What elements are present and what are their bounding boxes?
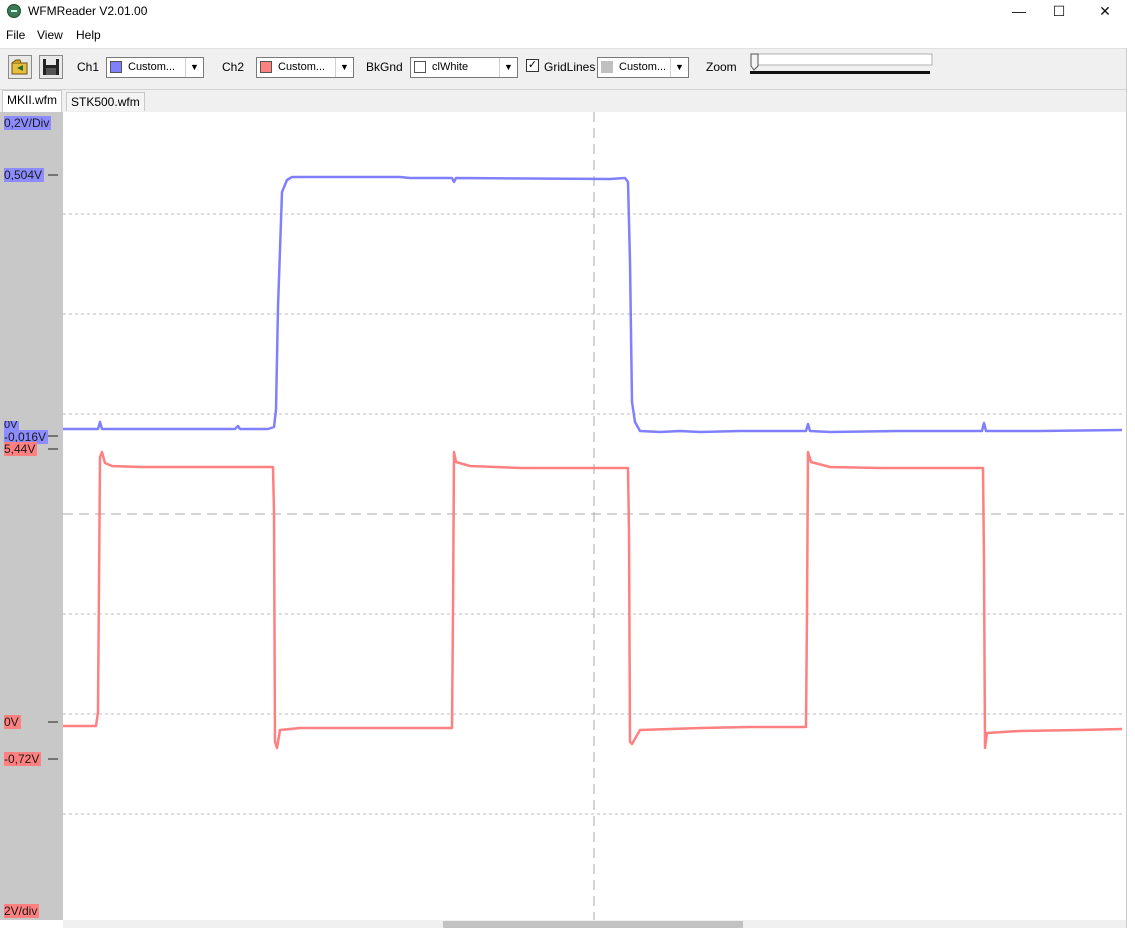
ch2-color-select[interactable]: Custom... ▼ — [256, 57, 354, 78]
file-tabs: MKII.wfm STK500.wfm — [0, 90, 1135, 113]
zoom-label: Zoom — [706, 60, 737, 74]
grid-color-value: Custom... — [619, 61, 667, 73]
ch1-trace — [63, 175, 1123, 434]
scrollbar-thumb[interactable] — [443, 921, 743, 928]
maximize-button[interactable]: ☐ — [1037, 0, 1081, 22]
grid-color-swatch — [601, 61, 613, 73]
chevron-down-icon: ▼ — [499, 58, 517, 77]
title-bar: WFMReader V2.01.00 — ☐ ✕ — [0, 0, 1135, 22]
ch1-label: Ch1 — [77, 60, 100, 74]
save-button[interactable] — [39, 55, 63, 79]
chevron-down-icon: ▼ — [185, 58, 203, 77]
app-icon — [7, 4, 21, 18]
grid-color-select[interactable]: Custom... ▼ — [597, 57, 689, 78]
right-edge-panel — [1126, 48, 1135, 928]
ch1-color-select[interactable]: Custom... ▼ — [106, 57, 204, 78]
menu-help[interactable]: Help — [76, 28, 101, 42]
zoom-slider[interactable] — [750, 53, 934, 75]
close-button[interactable]: ✕ — [1083, 0, 1127, 22]
axis-ticks — [48, 174, 58, 760]
tab-stk500[interactable]: STK500.wfm — [66, 92, 145, 111]
toolbar: Ch1 Custom... ▼ Ch2 Custom... ▼ BkGnd cl… — [0, 48, 1135, 90]
tab-mkii[interactable]: MKII.wfm — [2, 90, 62, 112]
gridlines-label: GridLines — [544, 60, 596, 74]
floppy-disk-icon — [43, 59, 59, 75]
waveform-canvas — [48, 112, 1124, 920]
window-title: WFMReader V2.01.00 — [28, 4, 148, 18]
ch1-color-value: Custom... — [128, 61, 176, 73]
waveform-view[interactable]: 0,2V/Div 0,504V 0V -0,016V 5,44V 0V -0,7… — [0, 112, 1126, 920]
gridlines-checkbox[interactable]: ✓ — [526, 59, 539, 72]
ch2-trace — [63, 450, 1123, 750]
chevron-down-icon: ▼ — [335, 58, 353, 77]
ch1-color-swatch — [110, 61, 122, 73]
ch2-color-swatch — [260, 61, 272, 73]
open-button[interactable] — [8, 55, 32, 79]
menu-file[interactable]: File — [6, 28, 25, 42]
bkgnd-color-value: clWhite — [432, 61, 469, 73]
horizontal-scrollbar[interactable] — [63, 920, 1126, 928]
bkgnd-color-select[interactable]: clWhite ▼ — [410, 57, 518, 78]
bkgnd-label: BkGnd — [366, 60, 403, 74]
center-lines — [63, 112, 1124, 920]
chevron-down-icon: ▼ — [670, 58, 688, 77]
open-folder-icon — [11, 59, 28, 75]
minimize-button[interactable]: — — [997, 0, 1041, 22]
bkgnd-color-swatch — [414, 61, 426, 73]
ch2-label: Ch2 — [222, 60, 245, 74]
ch2-color-value: Custom... — [278, 61, 326, 73]
menu-view[interactable]: View — [37, 28, 63, 42]
menu-bar: File View Help — [0, 26, 1135, 46]
